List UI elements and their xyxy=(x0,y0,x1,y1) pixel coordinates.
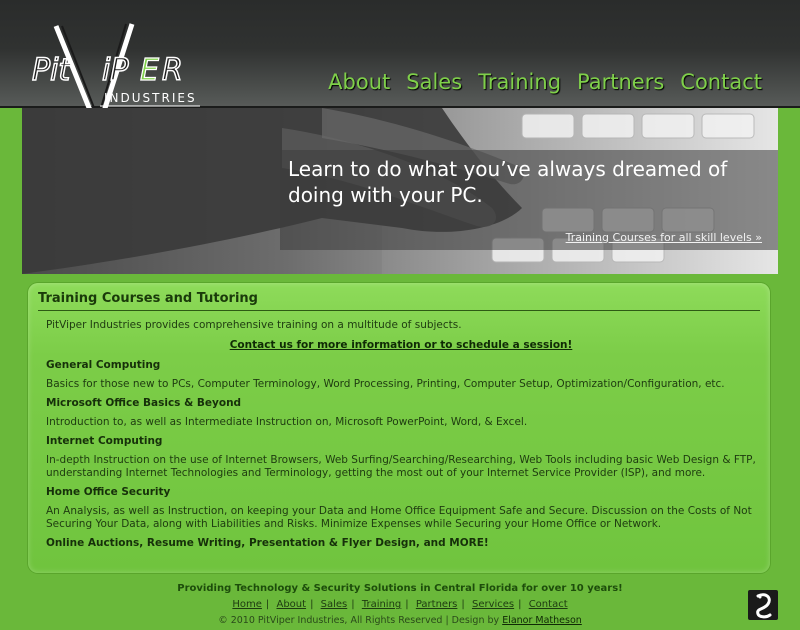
designer-link[interactable]: Elanor Matheson xyxy=(502,615,582,626)
nav-contact[interactable]: Contact xyxy=(680,70,762,94)
footer-link-about[interactable]: About xyxy=(276,599,306,610)
hero-caption: Learn to do what you’ve always dreamed o… xyxy=(280,150,778,250)
footer-separator: | xyxy=(405,599,409,610)
more-services-text: Online Auctions, Resume Writing, Present… xyxy=(46,537,489,549)
copyright: © 2010 PitViper Industries, All Rights R… xyxy=(0,615,800,626)
section-desc-internet-computing: In-depth Instruction on the use of Inter… xyxy=(46,454,756,479)
section-title-ms-office: Microsoft Office Basics & Beyond xyxy=(46,397,242,409)
contact-schedule-link[interactable]: Contact us for more information or to sc… xyxy=(46,339,756,352)
section-title-home-office-security: Home Office Security xyxy=(46,486,171,498)
nav-about[interactable]: About xyxy=(328,70,390,94)
svg-text:iP: iP xyxy=(102,53,129,88)
nav-training[interactable]: Training xyxy=(478,70,561,94)
section-title-internet-computing: Internet Computing xyxy=(46,435,163,447)
svg-text:INDUSTRIES: INDUSTRIES xyxy=(104,91,197,105)
footer-link-partners[interactable]: Partners xyxy=(416,599,458,610)
footer-separator: | xyxy=(461,599,465,610)
hero-banner: Learn to do what you’ve always dreamed o… xyxy=(22,108,778,274)
footer-nav: Home | About | Sales | Training | Partners | … xyxy=(0,599,800,610)
nav-partners[interactable]: Partners xyxy=(577,70,664,94)
content-body: PitViper Industries provides comprehensi… xyxy=(46,319,756,550)
footer-separator: | xyxy=(310,599,314,610)
footer-link-contact[interactable]: Contact xyxy=(529,599,568,610)
footer-tagline: Providing Technology & Security Solution… xyxy=(177,583,623,594)
section-title-general-computing: General Computing xyxy=(46,359,161,371)
footer-separator: | xyxy=(351,599,355,610)
hero-heading: Learn to do what you’ve always dreamed o… xyxy=(288,157,728,207)
content-title: Training Courses and Tutoring xyxy=(38,291,760,311)
copyright-text: © 2010 PitViper Industries, All Rights R… xyxy=(218,615,503,626)
svg-text:R: R xyxy=(162,53,183,88)
footer-link-services[interactable]: Services xyxy=(472,599,514,610)
section-desc-home-office-security: An Analysis, as well as Instruction, on … xyxy=(46,505,752,530)
footer-separator: | xyxy=(265,599,270,610)
content-panel: Training Courses and Tutoring PitViper I… xyxy=(28,283,770,573)
snake-badge-icon[interactable] xyxy=(748,590,778,620)
footer-separator: | xyxy=(518,599,522,610)
svg-text:Pit: Pit xyxy=(32,53,71,88)
footer-link-sales[interactable]: Sales xyxy=(321,599,348,610)
main-nav: About Sales Training Partners Contact xyxy=(328,70,762,94)
footer-link-training[interactable]: Training xyxy=(362,599,401,610)
section-desc-ms-office: Introduction to, as well as Intermediate… xyxy=(46,416,528,428)
snake-icon xyxy=(756,593,772,619)
nav-sales[interactable]: Sales xyxy=(406,70,462,94)
svg-text:E: E xyxy=(140,53,159,88)
training-courses-link[interactable]: Training Courses for all skill levels » xyxy=(566,231,762,244)
section-desc-general-computing: Basics for those new to PCs, Computer Te… xyxy=(46,378,725,390)
intro-text: PitViper Industries provides comprehensi… xyxy=(46,319,462,331)
footer-link-home[interactable]: Home xyxy=(232,599,262,610)
